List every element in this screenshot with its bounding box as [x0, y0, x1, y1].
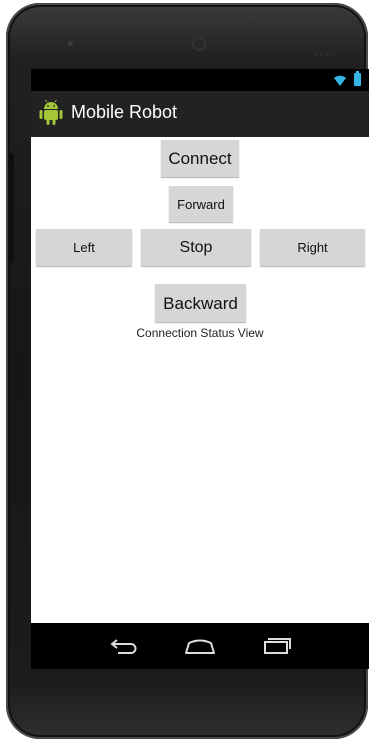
battery-icon — [354, 71, 361, 86]
left-button[interactable]: Left — [36, 229, 132, 266]
main-content: Connect Forward Left Stop Right Backward… — [31, 137, 369, 623]
recent-apps-icon[interactable] — [262, 635, 292, 655]
side-button — [9, 153, 14, 263]
phone-frame: Mobile Robot Connect Forward Left Stop R… — [6, 3, 369, 739]
app-title: Mobile Robot — [71, 102, 178, 122]
home-icon[interactable] — [183, 637, 217, 655]
front-camera — [192, 37, 206, 51]
speaker-dots — [314, 41, 332, 56]
status-bar — [31, 69, 369, 91]
phone-screen: Mobile Robot Connect Forward Left Stop R… — [31, 69, 369, 669]
android-icon — [39, 99, 63, 125]
connect-button[interactable]: Connect — [161, 140, 239, 177]
wifi-icon — [334, 75, 346, 86]
connection-status-text: Connection Status View — [136, 326, 264, 340]
right-button[interactable]: Right — [260, 229, 365, 266]
backward-button[interactable]: Backward — [155, 284, 246, 322]
forward-button[interactable]: Forward — [169, 186, 233, 222]
back-icon[interactable] — [109, 637, 139, 655]
proximity-sensor — [68, 41, 73, 46]
stop-button[interactable]: Stop — [141, 229, 251, 266]
action-bar: Mobile Robot — [31, 91, 369, 137]
navigation-bar — [31, 623, 369, 669]
